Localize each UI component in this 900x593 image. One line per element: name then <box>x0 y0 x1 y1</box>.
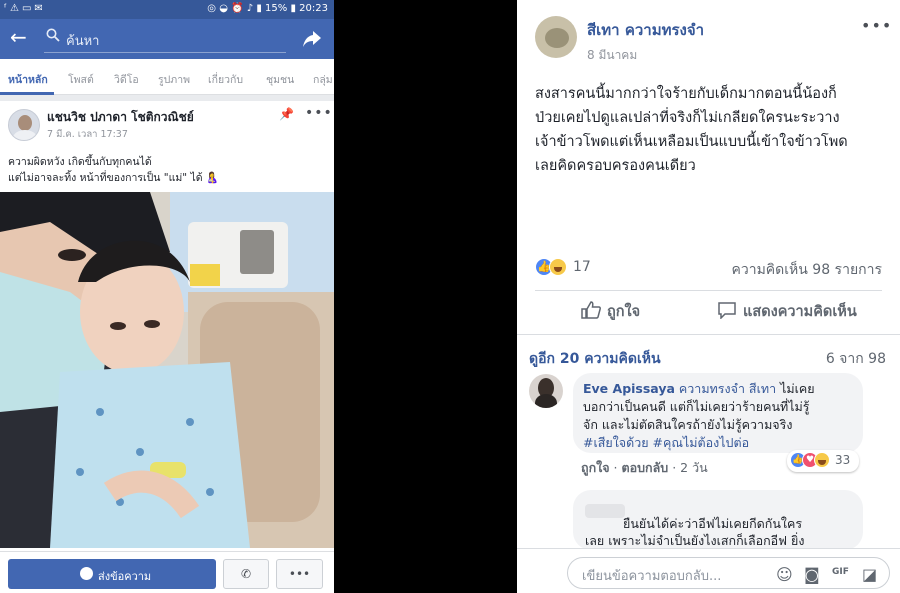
battery-icon: ▮ <box>290 3 296 14</box>
page-name[interactable]: สีเทา ความทรงจำ <box>587 18 704 42</box>
tab-about[interactable]: เกี่ยวกับ <box>208 71 243 88</box>
feed-divider <box>0 95 334 101</box>
comment-button[interactable]: แสดงความคิดเห็น <box>717 300 857 326</box>
divider <box>535 290 882 291</box>
view-more-comments[interactable]: ดูอีก 20 ความคิดเห็น <box>529 348 661 370</box>
sticker-icon[interactable]: ◪ <box>862 565 880 584</box>
wifi-icon: ◒ <box>219 3 228 14</box>
post-body-line-3: เจ้าข้าวโพดแต่เห็นเหลือมเป็นแบบนี้เข้าใจ… <box>535 134 848 150</box>
post-options-icon[interactable]: ••• <box>305 105 333 121</box>
page-avatar[interactable] <box>535 16 577 58</box>
blurred-name <box>585 504 625 518</box>
like-label: ถูกใจ <box>607 304 641 320</box>
pin-icon: 📌 <box>279 107 294 121</box>
like-button[interactable]: ถูกใจ <box>581 300 640 326</box>
send-message-label: ส่งข้อความ <box>98 570 152 583</box>
signal-icon: ▮ <box>256 3 262 14</box>
status-icons-left: ᶠ⚠▭✉ <box>4 3 46 14</box>
status-bar: ᶠ⚠▭✉ ◎ ◒ ⏰ ♪ ▮ 15% ▮ 20:23 <box>0 0 334 19</box>
clock: 20:23 <box>299 3 328 14</box>
gif-icon[interactable]: GIF <box>832 567 850 583</box>
page-action-bar: ส่งข้อความ ✆ ••• <box>0 551 334 593</box>
comment-count[interactable]: ความคิดเห็น 98 รายการ <box>731 259 882 281</box>
search-placeholder: ค้นหา <box>66 34 100 49</box>
comment-time[interactable]: 2 วัน <box>680 460 708 475</box>
tagged-page[interactable]: ความทรงจำ สีเทา <box>679 381 776 396</box>
divider <box>517 334 900 335</box>
comment-reply-link[interactable]: ตอบกลับ <box>622 460 669 475</box>
breastfeeding-emoji: 🤱 <box>205 172 219 184</box>
phone-icon: ✆ <box>240 567 252 581</box>
mobile-facebook-screen: ᶠ⚠▭✉ ◎ ◒ ⏰ ♪ ▮ 15% ▮ 20:23 ← ค้นหา หน้าห… <box>0 0 334 593</box>
camera-icon[interactable]: ◙ <box>804 565 822 584</box>
top-search-bar: ← ค้นหา <box>0 19 334 59</box>
mail-icon: ✉ <box>34 3 46 14</box>
post-options-icon[interactable]: ••• <box>861 16 892 35</box>
reply-placeholder: เขียนข้อความตอบกลับ... <box>582 569 722 584</box>
comment-reactions[interactable]: 👍 ♥ 33 <box>787 450 859 472</box>
alarm-icon: ⏰ <box>231 3 244 14</box>
reaction-count[interactable]: 17 <box>573 259 591 275</box>
messenger-icon <box>80 567 93 580</box>
commenter-avatar[interactable] <box>529 374 563 408</box>
reply-input[interactable]: เขียนข้อความตอบกลับ... ☺ ◙ GIF ◪ <box>567 557 890 589</box>
reply-composer: เขียนข้อความตอบกลับ... ☺ ◙ GIF ◪ <box>517 548 900 593</box>
commenter-name[interactable]: Eve Apissaya <box>583 381 675 396</box>
emoji-icon[interactable]: ☺ <box>776 565 794 584</box>
comment-reaction-count: 33 <box>835 453 851 467</box>
post-author[interactable]: แชนวิช ปภาดา โชติกวณิชย์ <box>47 108 194 127</box>
tab-photos[interactable]: รูปภาพ <box>158 71 190 88</box>
comment-hashtags[interactable]: #เสียใจด้วย #คุณไม่ต้องไปต่อ <box>583 433 749 453</box>
tab-community[interactable]: ชุมชน <box>266 71 294 88</box>
post-body-line-1: สงสารคนนี้มากกว่าใจร้ายกับเด็กมากตอนนี้น… <box>535 86 837 102</box>
data-saver-icon: ◎ <box>207 3 217 14</box>
post-text-line-1: ความผิดหวัง เกิดขึ้นกับทุกคนได้ <box>8 156 152 168</box>
status-icons-right: ◎ ◒ ⏰ ♪ ▮ 15% ▮ 20:23 <box>207 3 328 14</box>
call-button[interactable]: ✆ <box>223 559 269 589</box>
comment-line-2: บอกว่าเป็นคนดี แต่ก็ไม่เคยว่าร้ายคนที่ไม… <box>583 399 810 414</box>
post-text-line-2-text: แต่ไม่อาจละทิ้ง หน้าที่ของการเป็น "แม่" … <box>8 172 203 184</box>
comment-actions: ถูกใจ · ตอบกลับ · 2 วัน <box>581 460 708 475</box>
author-avatar[interactable] <box>8 109 40 141</box>
tab-home[interactable]: หน้าหลัก <box>8 71 48 88</box>
comment-bubble-icon <box>718 302 736 319</box>
sound-icon: ♪ <box>246 3 254 14</box>
comment-bubble: Eve Apissaya ความทรงจำ สีเทา ไม่เคย บอกว… <box>573 373 863 453</box>
comment-line-3: จัก และไม่ตัดสินใครถ้ายังไม่รู้ความจริง <box>583 417 793 432</box>
comment-line-1: Eve Apissaya ความทรงจำ สีเทา ไม่เคย <box>583 379 815 399</box>
post-time[interactable]: 7 มี.ค. เวลา 17:37 <box>47 127 128 142</box>
send-message-button[interactable]: ส่งข้อความ <box>8 559 216 589</box>
comment-label: แสดงความคิดเห็น <box>743 304 857 320</box>
tab-groups[interactable]: กลุ่ม <box>313 71 333 88</box>
post-body-line-4: เลยคิดครอบครองคนเดียว <box>535 158 696 174</box>
reaction-summary[interactable]: 👍 <box>535 258 575 278</box>
search-input[interactable]: ค้นหา <box>44 25 286 53</box>
back-arrow-icon[interactable]: ← <box>10 25 27 49</box>
post-photo[interactable] <box>0 192 334 548</box>
comment-text-1: ไม่เคย <box>780 381 815 396</box>
search-icon <box>46 28 60 42</box>
warning-icon: ⚠ <box>9 3 22 14</box>
post-date[interactable]: 8 มีนาคม <box>587 46 637 65</box>
page-tabs: หน้าหลัก โพสต์ วิดีโอ รูปภาพ เกี่ยวกับ ช… <box>0 59 334 95</box>
thumbs-up-icon <box>581 301 601 319</box>
screenshot-composite: ᶠ⚠▭✉ ◎ ◒ ⏰ ♪ ▮ 15% ▮ 20:23 ← ค้นหา หน้าห… <box>0 0 900 593</box>
tab-posts[interactable]: โพสต์ <box>68 71 94 88</box>
haha-reaction-icon <box>814 452 830 468</box>
tab-videos[interactable]: วิดีโอ <box>114 71 139 88</box>
mother-and-child-photo <box>0 192 334 548</box>
battery-level: 15% <box>265 3 288 14</box>
comment-like-link[interactable]: ถูกใจ <box>581 460 610 475</box>
more-dots-icon: ••• <box>288 567 311 581</box>
post-card: แชนวิช ปภาดา โชติกวณิชย์ 7 มี.ค. เวลา 17… <box>0 95 334 184</box>
post-text-line-2: แต่ไม่อาจละทิ้ง หน้าที่ของการเป็น "แม่" … <box>8 169 219 186</box>
line-notification-icon: ▭ <box>21 3 35 14</box>
comment-pager: 6 จาก 98 <box>825 351 886 367</box>
share-arrow-icon[interactable] <box>302 30 322 48</box>
more-button[interactable]: ••• <box>276 559 323 589</box>
post-body-line-2: ป่วยเคยไปดูแลเปล่าที่จริงก็ไม่เกลียดใครน… <box>535 110 840 126</box>
haha-reaction-icon <box>549 258 567 276</box>
facebook-comment-post: สีเทา ความทรงจำ 8 มีนาคม ••• สงสารคนนี้ม… <box>517 0 900 593</box>
reply-bubble: ยืนยันได้ค่ะว่าอีฟไม่เคยกีดกันใคร เลย เพ… <box>573 490 863 550</box>
